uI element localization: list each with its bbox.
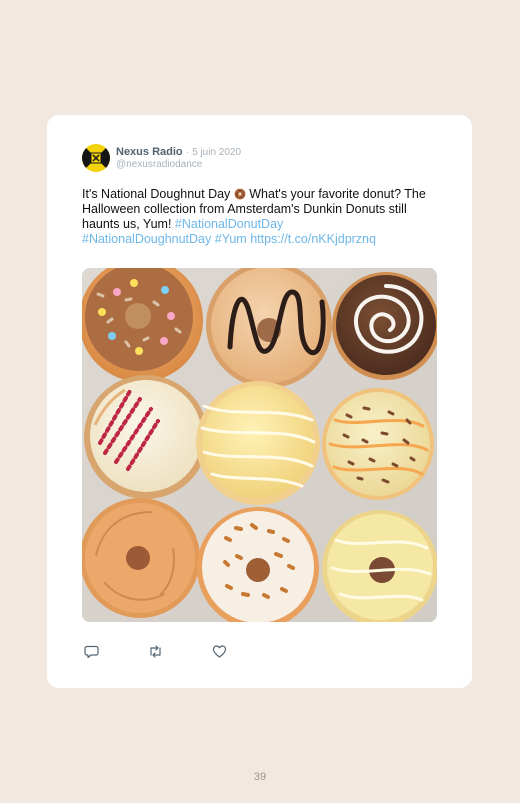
tweet-date[interactable]: 5 juin 2020 bbox=[192, 147, 241, 158]
donut-top-right bbox=[332, 272, 437, 380]
author-row: Nexus Radio · 5 juin 2020 bbox=[116, 146, 241, 158]
tweet-header: Nexus Radio · 5 juin 2020 @nexusradiodan… bbox=[82, 143, 241, 173]
hashtag-yum[interactable]: #Yum bbox=[215, 232, 247, 246]
tweet-card: Nexus Radio · 5 juin 2020 @nexusradiodan… bbox=[47, 115, 472, 688]
donut-middle-left bbox=[84, 375, 208, 499]
donut-photo-image bbox=[82, 268, 437, 622]
author-block: Nexus Radio · 5 juin 2020 @nexusradiodan… bbox=[116, 146, 241, 170]
page-number: 39 bbox=[253, 771, 267, 783]
retweet-icon bbox=[149, 644, 161, 658]
date-separator: · bbox=[185, 146, 190, 158]
hashtag-national-doughnut-day[interactable]: #NationalDoughnutDay bbox=[82, 232, 211, 246]
hashtag-national-donut-day[interactable]: #NationalDonutDay bbox=[175, 217, 283, 231]
reply-icon bbox=[83, 645, 99, 658]
author-handle[interactable]: @nexusradiodance bbox=[116, 159, 241, 170]
tweet-photo[interactable] bbox=[82, 268, 437, 622]
tweet-text: It's National Doughnut Day What's your f… bbox=[82, 187, 447, 247]
donut-bottom-left bbox=[82, 498, 200, 618]
tweet-text-part1: It's National Doughnut Day bbox=[82, 187, 234, 201]
avatar[interactable] bbox=[82, 144, 110, 172]
doughnut-emoji-icon bbox=[234, 188, 246, 200]
reply-button[interactable] bbox=[83, 643, 99, 659]
like-button[interactable] bbox=[211, 643, 227, 659]
donut-bottom-right bbox=[322, 510, 437, 622]
retweet-button[interactable] bbox=[147, 643, 163, 659]
donut-center bbox=[196, 381, 320, 505]
nexus-radio-logo-icon bbox=[82, 144, 110, 172]
tweet-actions bbox=[83, 643, 227, 659]
donut-middle-right bbox=[322, 388, 434, 500]
author-name[interactable]: Nexus Radio bbox=[116, 146, 183, 158]
heart-icon bbox=[212, 644, 226, 658]
tweet-short-link[interactable]: https://t.co/nKKjdprznq bbox=[250, 232, 376, 246]
